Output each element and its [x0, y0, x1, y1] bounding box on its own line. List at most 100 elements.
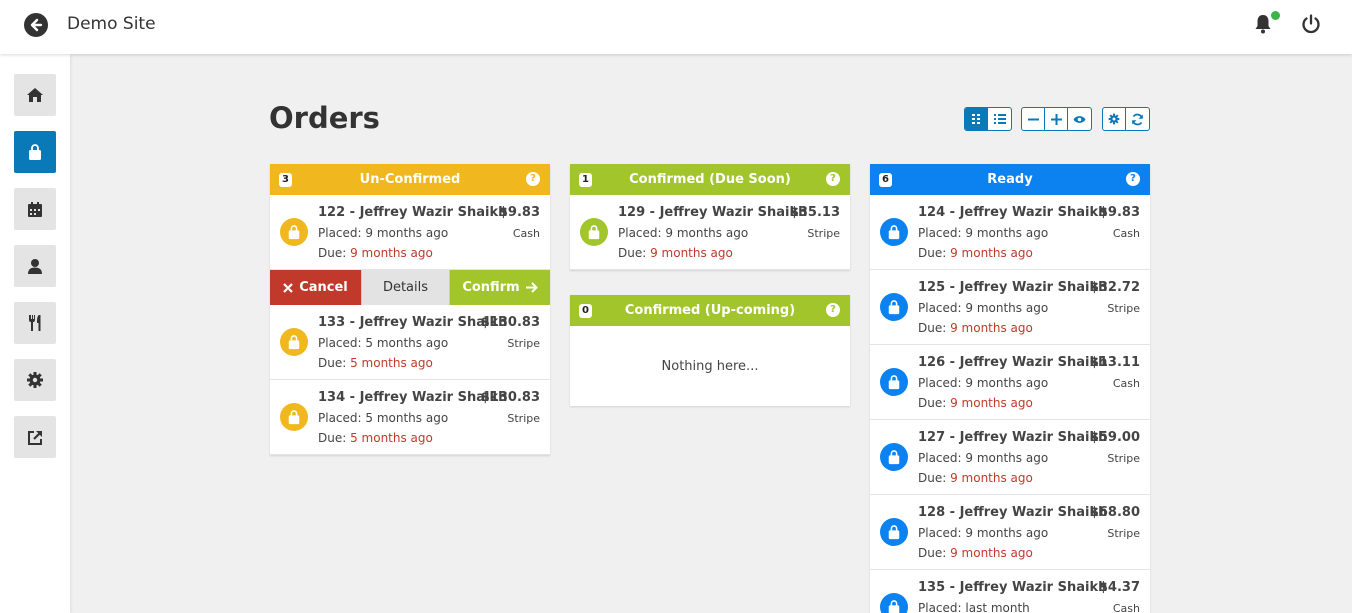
order-name: 122 - Jeffrey Wazir Shaikh [318, 205, 508, 220]
cancel-label: Cancel [299, 280, 348, 295]
grid-view-button[interactable] [965, 108, 988, 130]
help-icon[interactable]: ? [1126, 172, 1140, 186]
sidebar-item-external[interactable] [14, 416, 56, 458]
column-header: 0 Confirmed (Up-coming) ? [570, 295, 850, 326]
due-time: 5 months ago [350, 356, 433, 370]
back-button[interactable] [24, 13, 48, 37]
due-label: Due: [918, 321, 951, 335]
plus-icon [1050, 113, 1062, 125]
order-card[interactable]: 124 - Jeffrey Wazir Shaikh $9.83 Placed:… [870, 195, 1150, 270]
order-price: $68.80 [1089, 505, 1140, 520]
column-title: Ready [987, 172, 1033, 187]
confirm-order-button[interactable]: Confirm [450, 270, 550, 305]
column-confirmed-due-soon: 1 Confirmed (Due Soon) ? 129 - Jeffrey W… [570, 164, 850, 270]
payment-method: Stripe [807, 227, 840, 240]
sidebar-item-settings[interactable] [14, 359, 56, 401]
payment-method: Stripe [507, 412, 540, 425]
confirm-label: Confirm [462, 280, 520, 295]
refresh-button[interactable] [1126, 108, 1149, 130]
order-card[interactable]: 122 - Jeffrey Wazir Shaikh $9.83 Placed:… [270, 195, 550, 270]
logout-button[interactable] [1300, 13, 1322, 35]
eye-icon [1073, 115, 1086, 123]
list-view-button[interactable] [988, 108, 1011, 130]
order-card[interactable]: 134 - Jeffrey Wazir Shaikh $130.83 Place… [270, 380, 550, 455]
page-title: Orders [269, 101, 380, 135]
order-price: $130.83 [480, 390, 540, 405]
order-placed: Placed: 5 months ago [318, 336, 449, 350]
column-header: 3 Un-Confirmed ? [270, 164, 550, 195]
due-time: 9 months ago [950, 471, 1033, 485]
cancel-order-button[interactable]: Cancel [270, 270, 361, 305]
shopping-bag-icon [280, 218, 308, 246]
order-details-button[interactable]: Details [361, 270, 450, 305]
order-price: $4.37 [1098, 580, 1140, 595]
order-card[interactable]: 127 - Jeffrey Wazir Shaikh $59.00 Placed… [870, 420, 1150, 495]
column-count: 0 [579, 304, 592, 318]
column-title: Confirmed (Due Soon) [629, 172, 791, 187]
sidebar-item-home[interactable] [14, 74, 56, 116]
order-card[interactable]: 128 - Jeffrey Wazir Shaikh $68.80 Placed… [870, 495, 1150, 570]
options-group [1102, 107, 1150, 131]
payment-method: Stripe [1107, 452, 1140, 465]
shopping-bag-icon [880, 218, 908, 246]
zoom-out-button[interactable] [1022, 108, 1045, 130]
external-link-icon [27, 430, 42, 445]
order-due: Due: 9 months ago [618, 246, 733, 260]
order-placed: Placed: 9 months ago [918, 376, 1049, 390]
sidebar-item-menu[interactable] [14, 302, 56, 344]
order-due: Due: 9 months ago [918, 321, 1033, 335]
order-card[interactable]: 126 - Jeffrey Wazir Shaikh $13.11 Placed… [870, 345, 1150, 420]
help-icon[interactable]: ? [826, 172, 840, 186]
sidebar-item-users[interactable] [14, 245, 56, 287]
column-count: 6 [879, 173, 892, 187]
due-label: Due: [918, 396, 951, 410]
order-placed: Placed: 9 months ago [918, 226, 1049, 240]
column-confirmed-upcoming: 0 Confirmed (Up-coming) ? Nothing here..… [570, 295, 850, 406]
due-time: 5 months ago [350, 431, 433, 445]
shopping-bag-icon [280, 328, 308, 356]
order-price: $130.83 [480, 315, 540, 330]
sidebar-item-calendar[interactable] [14, 188, 56, 230]
shopping-bag-icon [29, 143, 41, 160]
help-icon[interactable]: ? [526, 172, 540, 186]
zoom-in-button[interactable] [1045, 108, 1068, 130]
order-placed: Placed: 9 months ago [918, 526, 1049, 540]
shopping-bag-icon [580, 218, 608, 246]
order-due: Due: 9 months ago [918, 471, 1033, 485]
payment-method: Cash [1112, 602, 1140, 613]
view-toggle-group [964, 107, 1012, 131]
order-name: 133 - Jeffrey Wazir Shaikh [318, 315, 508, 330]
column-unconfirmed: 3 Un-Confirmed ? 122 - Jeffrey Wazir Sha… [270, 164, 550, 455]
visibility-button[interactable] [1068, 108, 1091, 130]
sidebar-item-orders[interactable] [14, 131, 56, 173]
order-due: Due: 9 months ago [918, 546, 1033, 560]
gear-icon [1108, 113, 1120, 125]
column-count: 3 [279, 173, 292, 187]
payment-method: Stripe [1107, 527, 1140, 540]
shopping-bag-icon [880, 293, 908, 321]
due-time: 9 months ago [950, 546, 1033, 560]
due-label: Due: [618, 246, 651, 260]
order-actions: Cancel Details Confirm [270, 270, 550, 305]
order-card[interactable]: 125 - Jeffrey Wazir Shaikh $32.72 Placed… [870, 270, 1150, 345]
column-ready: 6 Ready ? 124 - Jeffrey Wazir Shaikh $9.… [870, 164, 1150, 613]
grid-icon [972, 114, 980, 124]
payment-method: Cash [512, 227, 540, 240]
board-settings-button[interactable] [1103, 108, 1126, 130]
refresh-icon [1132, 113, 1143, 125]
site-title: Demo Site [67, 14, 156, 34]
arrow-right-icon [525, 282, 538, 293]
help-icon[interactable]: ? [826, 303, 840, 317]
power-icon [1302, 14, 1320, 34]
due-time: 9 months ago [650, 246, 733, 260]
order-card[interactable]: 133 - Jeffrey Wazir Shaikh $130.83 Place… [270, 305, 550, 380]
home-icon [27, 88, 43, 102]
order-card[interactable]: 129 - Jeffrey Wazir Shaikh $35.13 Placed… [570, 195, 850, 270]
order-card[interactable]: 135 - Jeffrey Wazir Shaikh $4.37 Placed:… [870, 570, 1150, 613]
order-placed: Placed: 9 months ago [618, 226, 749, 240]
order-name: 129 - Jeffrey Wazir Shaikh [618, 205, 808, 220]
due-time: 9 months ago [950, 246, 1033, 260]
order-due: Due: 5 months ago [318, 356, 433, 370]
due-label: Due: [918, 471, 951, 485]
due-label: Due: [318, 246, 351, 260]
